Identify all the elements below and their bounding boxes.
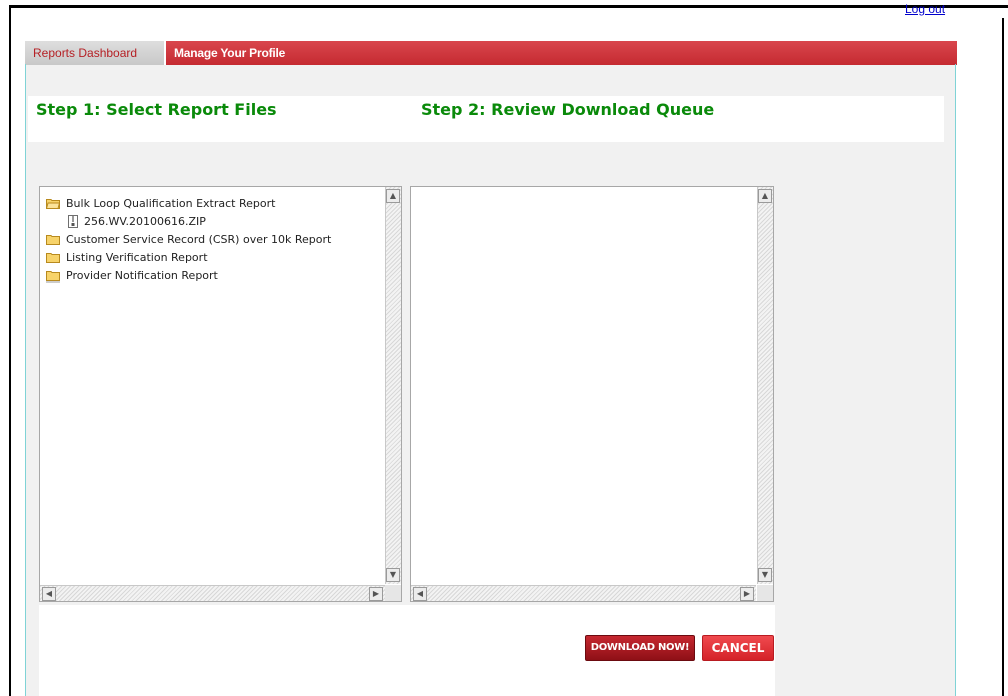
vertical-scrollbar[interactable]: ▲ ▼ xyxy=(757,187,773,584)
step2-title: Step 2: Review Download Queue xyxy=(421,100,715,119)
tab-bar: Reports Dashboard Manage Your Profile xyxy=(25,41,957,65)
folder-icon xyxy=(46,252,60,263)
arrow-up-icon[interactable]: ▲ xyxy=(758,189,772,203)
tree-item-label: Provider Notification Report xyxy=(66,269,218,282)
cancel-button[interactable]: CANCEL xyxy=(702,635,774,661)
tree-item-label: 256.WV.20100616.ZIP xyxy=(84,215,206,228)
logout-link[interactable]: Log out xyxy=(905,1,955,17)
folder-open-icon xyxy=(46,198,60,209)
arrow-right-icon[interactable]: ▶ xyxy=(740,587,754,601)
arrow-down-icon[interactable]: ▼ xyxy=(758,568,772,582)
zip-file-icon xyxy=(68,214,78,228)
arrow-left-icon[interactable]: ◀ xyxy=(413,587,427,601)
horizontal-scrollbar[interactable]: ◀ ▶ xyxy=(40,585,385,601)
tab-reports-dashboard[interactable]: Reports Dashboard xyxy=(25,41,166,65)
scrollbar-corner xyxy=(385,585,401,601)
folder-icon xyxy=(46,270,60,281)
step1-title: Step 1: Select Report Files xyxy=(36,100,277,119)
arrow-down-icon[interactable]: ▼ xyxy=(386,568,400,582)
content-border-right xyxy=(955,64,956,696)
folder-icon xyxy=(46,234,60,245)
vertical-scrollbar[interactable]: ▲ ▼ xyxy=(385,187,401,584)
tree-overflow-edge xyxy=(46,281,60,283)
horizontal-scrollbar[interactable]: ◀ ▶ xyxy=(411,585,756,601)
arrow-up-icon[interactable]: ▲ xyxy=(386,189,400,203)
tree-folder-csr[interactable]: Customer Service Record (CSR) over 10k R… xyxy=(46,231,376,249)
arrow-left-icon[interactable]: ◀ xyxy=(42,587,56,601)
window-border-left xyxy=(9,5,11,696)
content-border-left xyxy=(25,64,26,696)
tree-item-label: Customer Service Record (CSR) over 10k R… xyxy=(66,233,332,246)
download-now-button[interactable]: DOWNLOAD NOW! xyxy=(585,635,695,661)
tree-folder-bulk-loop[interactable]: Bulk Loop Qualification Extract Report xyxy=(46,195,376,213)
tree-file-zip[interactable]: 256.WV.20100616.ZIP xyxy=(46,213,376,231)
arrow-right-icon[interactable]: ▶ xyxy=(369,587,383,601)
report-tree: Bulk Loop Qualification Extract Report 2… xyxy=(46,195,376,285)
tree-item-label: Bulk Loop Qualification Extract Report xyxy=(66,197,276,210)
tree-folder-provider[interactable]: Provider Notification Report xyxy=(46,267,376,285)
tab-manage-profile[interactable]: Manage Your Profile xyxy=(166,41,293,65)
scrollbar-corner xyxy=(757,585,773,601)
tree-item-label: Listing Verification Report xyxy=(66,251,208,264)
page: Log out Reports Dashboard Manage Your Pr… xyxy=(0,0,1008,696)
download-queue-pane[interactable]: ▲ ▼ ◀ ▶ xyxy=(410,186,774,602)
tree-folder-listing[interactable]: Listing Verification Report xyxy=(46,249,376,267)
report-files-pane[interactable]: Bulk Loop Qualification Extract Report 2… xyxy=(39,186,402,602)
window-border-right xyxy=(1002,18,1004,696)
window-border-top xyxy=(9,5,1008,8)
